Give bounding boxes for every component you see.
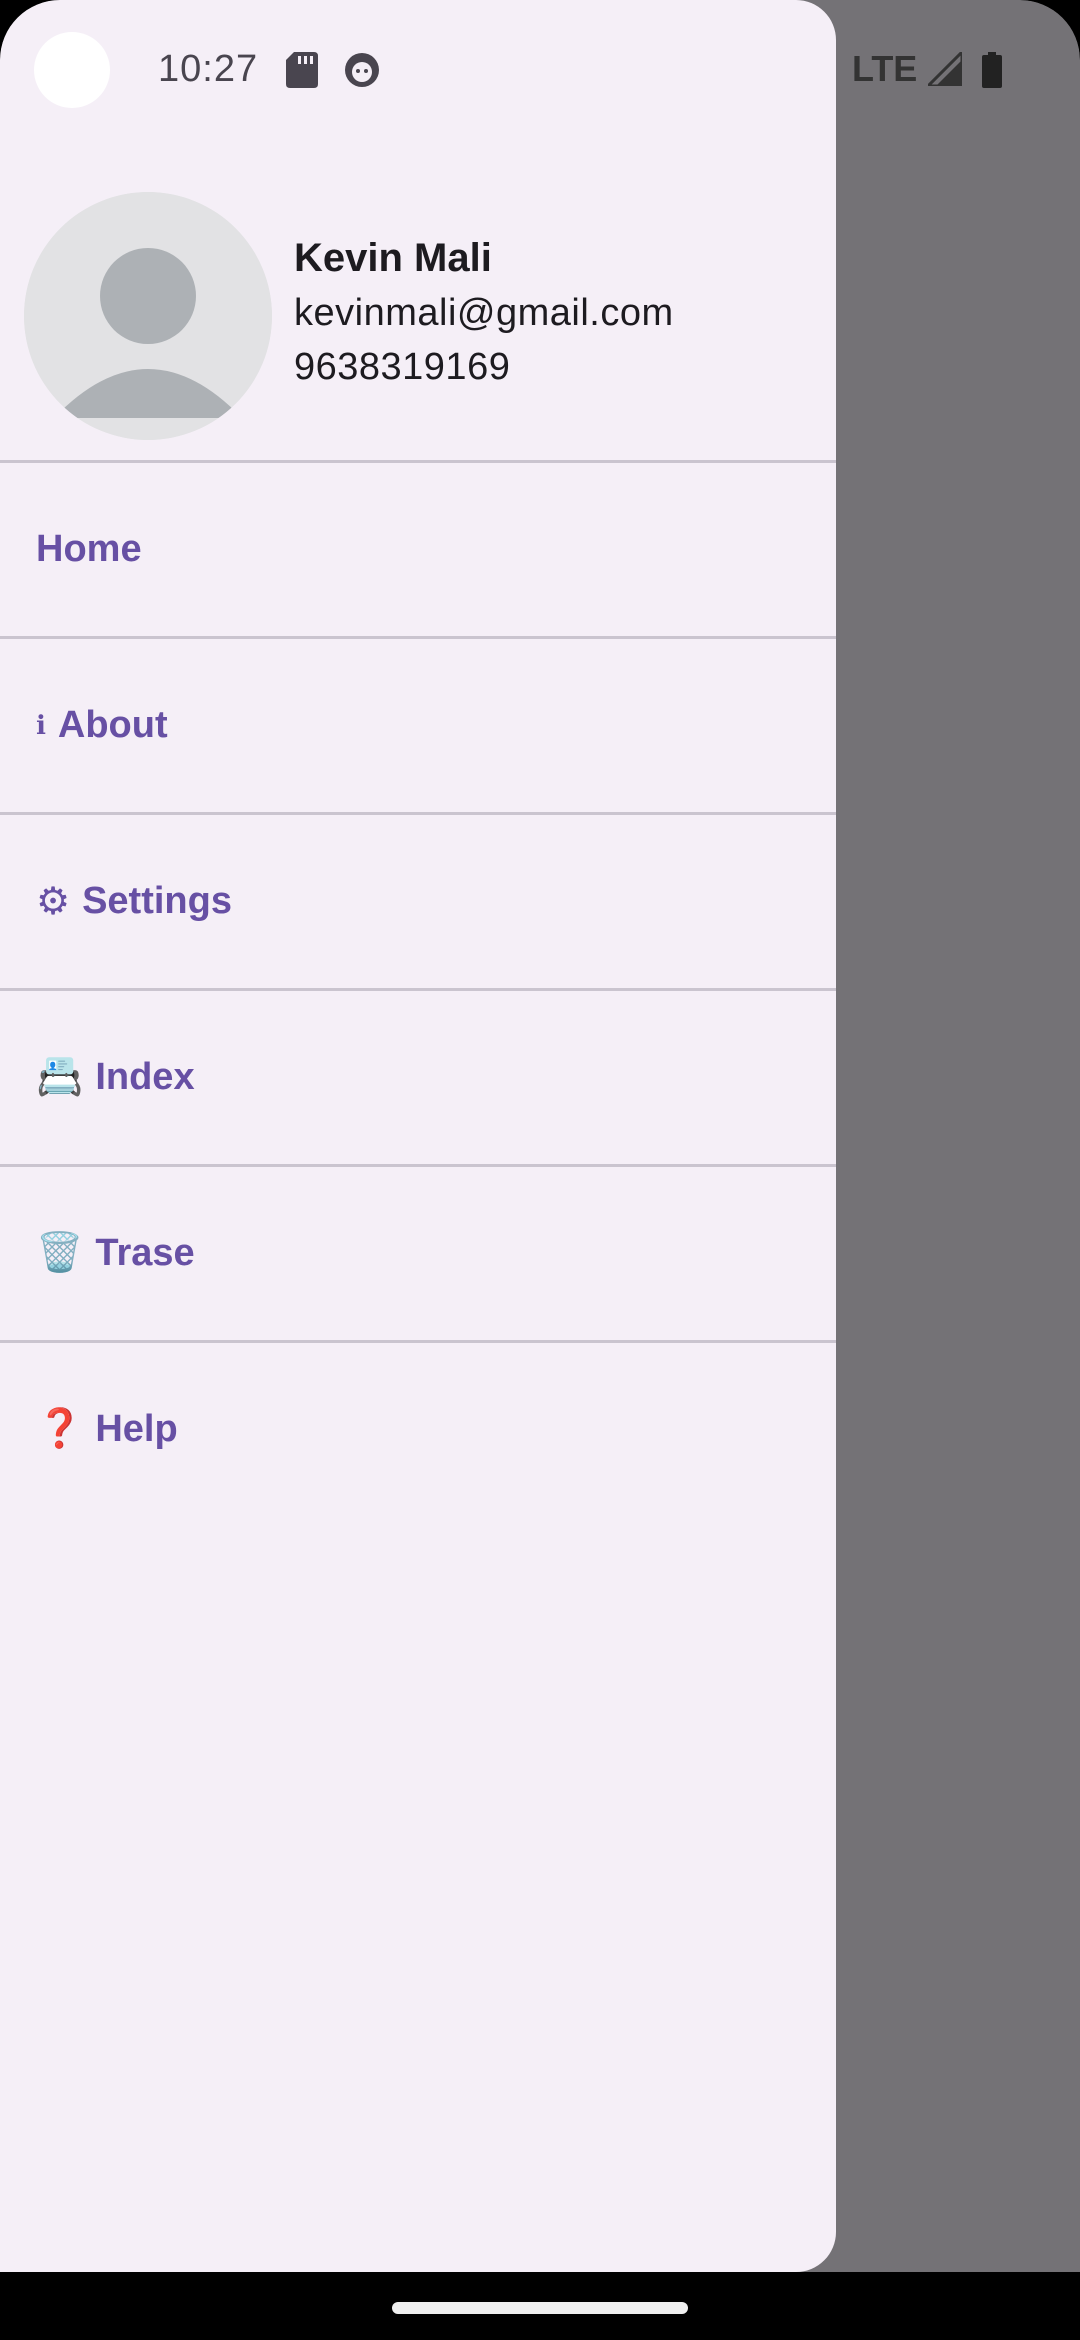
card-index-icon: 📇 — [36, 1056, 84, 1098]
profile-email: kevinmali@gmail.com — [294, 292, 674, 334]
menu-item-label: Index — [95, 1055, 195, 1098]
menu-item-label: Trase — [95, 1231, 195, 1274]
menu-item-label: Settings — [82, 879, 232, 922]
menu-item-settings[interactable]: ⚙ Settings — [0, 814, 836, 988]
profile-phone: 9638319169 — [294, 346, 511, 388]
screen: Kevin Mali kevinmali@gmail.com 963831916… — [0, 0, 1080, 2340]
status-time: 10:27 — [158, 48, 259, 90]
help-icon: ❓ — [36, 1408, 84, 1450]
menu-item-label: About — [57, 703, 168, 746]
network-type: LTE — [852, 48, 918, 89]
trash-icon: 🗑️ — [36, 1232, 84, 1274]
menu-item-label: Help — [95, 1407, 178, 1450]
menu-item-home[interactable]: Home — [0, 462, 836, 636]
profile-name: Kevin Mali — [294, 236, 492, 280]
signal-icon — [928, 52, 962, 86]
gear-icon: ⚙ — [36, 880, 71, 923]
navigation-drawer: Kevin Mali kevinmali@gmail.com 963831916… — [0, 0, 836, 2272]
battery-icon — [982, 52, 1002, 88]
face-icon — [345, 53, 379, 87]
home-gesture-handle[interactable] — [392, 2302, 688, 2314]
avatar — [24, 192, 272, 440]
info-icon: ℹ — [36, 709, 46, 740]
default-avatar-icon — [24, 192, 272, 440]
menu-item-index[interactable]: 📇 Index — [0, 990, 836, 1164]
menu-item-trase[interactable]: 🗑️ Trase — [0, 1166, 836, 1340]
status-bar: 10:27 LTE — [0, 0, 1080, 140]
menu-item-help[interactable]: ❓ Help — [0, 1342, 836, 1516]
camera-cutout — [34, 32, 110, 108]
menu-item-label: Home — [36, 527, 142, 570]
menu-item-about[interactable]: ℹ About — [0, 638, 836, 812]
sd-card-icon — [286, 52, 318, 88]
